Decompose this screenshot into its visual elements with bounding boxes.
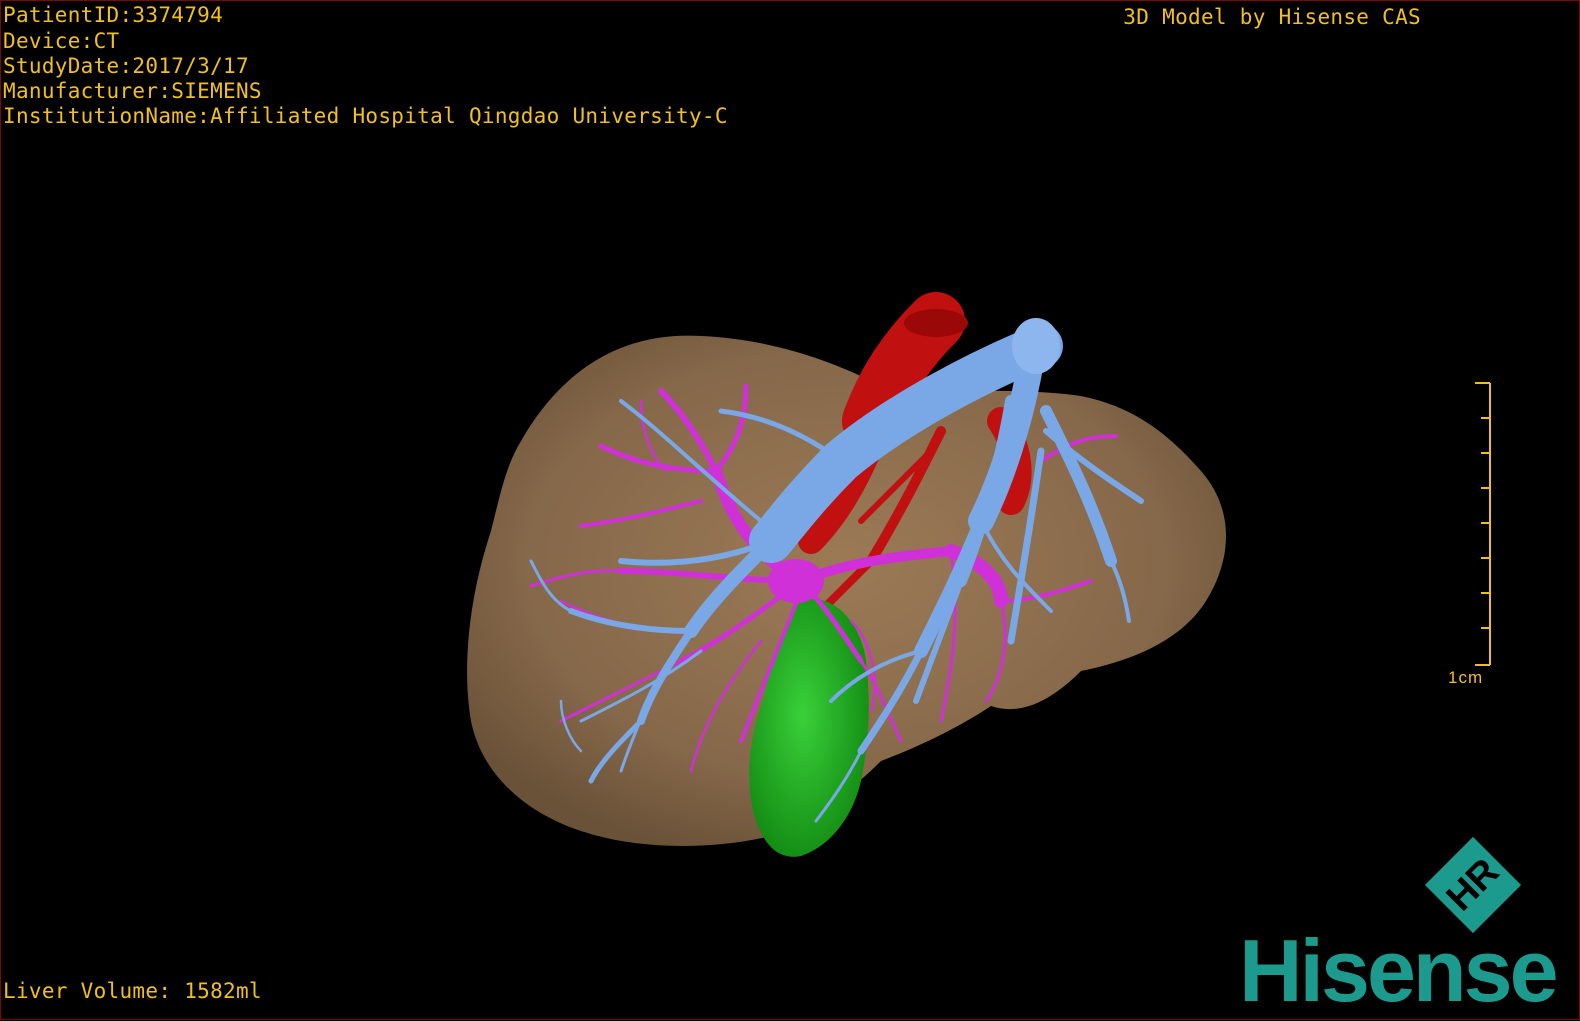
scale-bar-label: 1cm xyxy=(1448,668,1484,687)
hisense-logo: Hisense xyxy=(1239,921,1559,1020)
portal-vein-trunk-end xyxy=(1012,318,1060,374)
scale-bar xyxy=(1475,382,1491,666)
liver-volume-text: Liver Volume: 1582ml xyxy=(3,979,262,1003)
aorta-top xyxy=(904,309,968,337)
hepatic-vein-confluence xyxy=(768,559,824,603)
3d-viewport[interactable]: PatientID:3374794 Device:CT StudyDate:20… xyxy=(0,0,1580,1020)
liver-3d-model[interactable] xyxy=(1,1,1580,1021)
